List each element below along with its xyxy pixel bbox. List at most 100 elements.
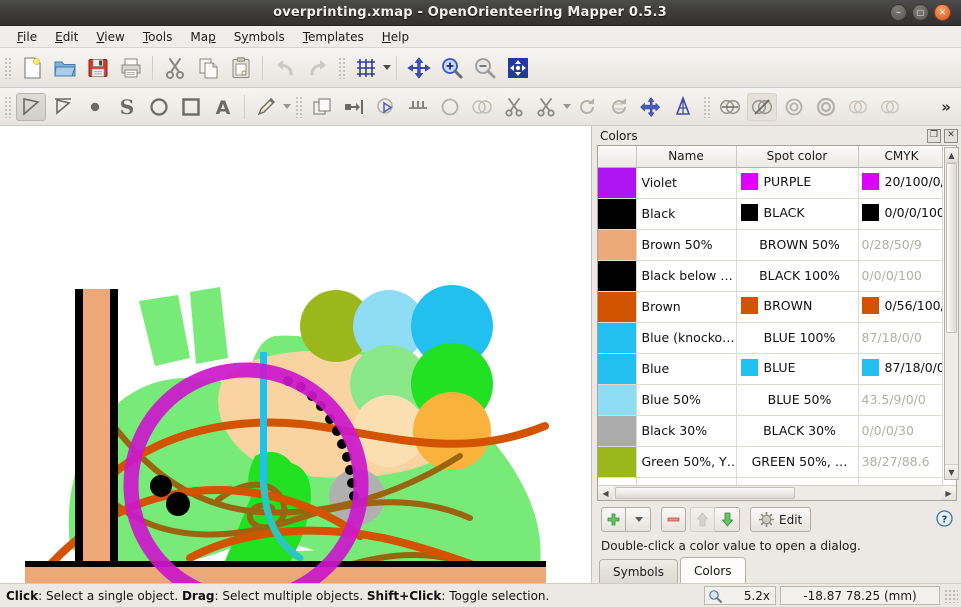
table-row[interactable]: BrownBROWN0/56/100/1 bbox=[598, 291, 942, 322]
close-button[interactable]: × bbox=[934, 4, 951, 21]
cmyk-cell[interactable]: 20/100/0/0 bbox=[858, 167, 942, 198]
color-name-cell[interactable]: Violet bbox=[636, 167, 736, 198]
color-name-cell[interactable]: Blue (knocko… bbox=[636, 322, 736, 353]
draw-freehand-icon[interactable] bbox=[251, 93, 281, 121]
cmyk-cell[interactable]: 0/56/100/1 bbox=[858, 291, 942, 322]
spot-color-cell[interactable]: BLUE bbox=[736, 353, 858, 384]
rotate-pattern-icon[interactable] bbox=[604, 93, 634, 121]
color-name-cell[interactable]: White over G… bbox=[636, 477, 736, 485]
measure-icon[interactable] bbox=[668, 93, 698, 121]
table-row[interactable]: Black below …BLACK 100%0/0/0/100 bbox=[598, 260, 942, 291]
cut-object-icon[interactable] bbox=[499, 93, 529, 121]
cut-icon[interactable] bbox=[159, 52, 190, 83]
tab-symbols[interactable]: Symbols bbox=[599, 559, 678, 583]
color-name-cell[interactable]: Black below … bbox=[636, 260, 736, 291]
remove-color-button[interactable] bbox=[661, 507, 686, 532]
color-name-cell[interactable]: Black bbox=[636, 198, 736, 229]
toolbar-grip[interactable] bbox=[703, 96, 711, 118]
map-canvas[interactable] bbox=[0, 126, 592, 583]
new-icon[interactable] bbox=[16, 52, 47, 83]
vscroll-track[interactable] bbox=[945, 163, 958, 464]
switch-dash-icon[interactable] bbox=[403, 93, 433, 121]
color-swatch-cell[interactable] bbox=[598, 353, 636, 384]
color-name-cell[interactable]: Blue 50% bbox=[636, 384, 736, 415]
edit-color-button[interactable]: Edit bbox=[750, 507, 811, 532]
boolean-extra-icon[interactable] bbox=[875, 93, 905, 121]
spot-color-cell[interactable]: GREEN 0% bbox=[736, 477, 858, 485]
menu-templates[interactable]: Templates bbox=[294, 28, 373, 46]
vscroll-thumb[interactable] bbox=[946, 163, 957, 333]
redo-icon[interactable] bbox=[302, 52, 333, 83]
boolean-xor-icon[interactable] bbox=[811, 93, 841, 121]
menu-edit[interactable]: Edit bbox=[46, 28, 87, 46]
color-swatch-cell[interactable] bbox=[598, 446, 636, 477]
scroll-up-icon[interactable]: ▲ bbox=[945, 148, 958, 163]
menu-view[interactable]: View bbox=[87, 28, 133, 46]
table-row[interactable]: Black 30%BLACK 30%0/0/0/30 bbox=[598, 415, 942, 446]
zoom-in-icon[interactable] bbox=[436, 52, 467, 83]
add-color-dropdown[interactable] bbox=[626, 507, 651, 532]
scroll-down-icon[interactable]: ▼ bbox=[945, 464, 958, 479]
spot-color-cell[interactable]: BROWN bbox=[736, 291, 858, 322]
color-swatch-cell[interactable] bbox=[598, 260, 636, 291]
color-swatch-cell[interactable] bbox=[598, 198, 636, 229]
chevron-down-icon[interactable] bbox=[635, 517, 643, 522]
menu-file[interactable]: File bbox=[8, 28, 46, 46]
colors-horizontal-scrollbar[interactable]: ◀ ▶ bbox=[598, 485, 956, 500]
color-swatch-cell[interactable] bbox=[598, 477, 636, 485]
undo-icon[interactable] bbox=[269, 52, 300, 83]
rotate-icon[interactable] bbox=[572, 93, 602, 121]
fit-view-icon[interactable] bbox=[502, 52, 533, 83]
toolbar-grip[interactable] bbox=[4, 96, 12, 118]
table-row[interactable]: White over G…GREEN 0%0/0/0/0 bbox=[598, 477, 942, 485]
scale-icon[interactable] bbox=[636, 93, 666, 121]
cmyk-cell[interactable]: 0/0/0/100 bbox=[858, 198, 942, 229]
open-icon[interactable] bbox=[49, 52, 80, 83]
scroll-right-icon[interactable]: ▶ bbox=[941, 486, 956, 500]
cmyk-cell[interactable]: 38/27/88.6 bbox=[858, 446, 942, 477]
spot-color-cell[interactable]: BLACK 100% bbox=[736, 260, 858, 291]
spot-color-cell[interactable]: BROWN 50% bbox=[736, 229, 858, 260]
duplicate-icon[interactable] bbox=[307, 93, 337, 121]
menu-tools[interactable]: Tools bbox=[134, 28, 182, 46]
color-swatch-cell[interactable] bbox=[598, 167, 636, 198]
draw-path-icon[interactable]: S bbox=[112, 93, 142, 121]
float-icon[interactable]: ❐ bbox=[927, 129, 941, 143]
cmyk-cell[interactable]: 0/0/0/30 bbox=[858, 415, 942, 446]
print-icon[interactable] bbox=[115, 52, 146, 83]
draw-circle-icon[interactable] bbox=[144, 93, 174, 121]
cut-hole-icon[interactable] bbox=[531, 93, 561, 121]
color-name-cell[interactable]: Brown 50% bbox=[636, 229, 736, 260]
column-header-name[interactable]: Name bbox=[636, 146, 736, 167]
column-header-cmyk[interactable]: CMYK bbox=[858, 146, 942, 167]
boolean-merge-holes-icon[interactable] bbox=[843, 93, 873, 121]
connect-paths-icon[interactable] bbox=[435, 93, 465, 121]
color-swatch-cell[interactable] bbox=[598, 322, 636, 353]
cmyk-cell[interactable]: 87/18/0/0 bbox=[858, 322, 942, 353]
table-row[interactable]: BlueBLUE87/18/0/0 bbox=[598, 353, 942, 384]
boolean-difference-icon[interactable] bbox=[747, 93, 777, 121]
color-swatch-cell[interactable] bbox=[598, 384, 636, 415]
table-row[interactable]: Blue (knocko…BLUE 100%87/18/0/0 bbox=[598, 322, 942, 353]
boolean-merge-icon[interactable] bbox=[467, 93, 497, 121]
table-row[interactable]: Blue 50%BLUE 50%43.5/9/0/0 bbox=[598, 384, 942, 415]
scroll-left-icon[interactable]: ◀ bbox=[598, 486, 613, 500]
color-name-cell[interactable]: Green 50%, Y… bbox=[636, 446, 736, 477]
boolean-unite-icon[interactable] bbox=[715, 93, 745, 121]
add-color-button[interactable] bbox=[601, 507, 626, 532]
coordinate-field[interactable]: -18.87 78.25 (mm) bbox=[780, 586, 940, 605]
resize-grip[interactable] bbox=[944, 589, 958, 603]
color-name-cell[interactable]: Brown bbox=[636, 291, 736, 322]
chevron-down-icon[interactable] bbox=[383, 65, 391, 70]
color-swatch-cell[interactable] bbox=[598, 291, 636, 322]
save-icon[interactable] bbox=[82, 52, 113, 83]
cmyk-cell[interactable]: 43.5/9/0/0 bbox=[858, 384, 942, 415]
menu-help[interactable]: Help bbox=[373, 28, 418, 46]
pan-icon[interactable] bbox=[403, 52, 434, 83]
maximize-button[interactable]: □ bbox=[912, 4, 929, 21]
switch-symbol-icon[interactable] bbox=[339, 93, 369, 121]
column-header-swatch[interactable] bbox=[598, 146, 636, 167]
close-icon[interactable]: ✕ bbox=[944, 129, 958, 143]
boolean-intersect-icon[interactable] bbox=[779, 93, 809, 121]
move-down-button[interactable] bbox=[715, 507, 740, 532]
